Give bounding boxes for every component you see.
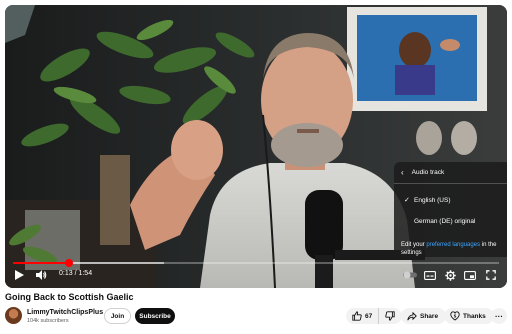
audio-option-label: English (US) — [414, 196, 451, 204]
miniplayer-button[interactable] — [461, 267, 479, 283]
dislike-button[interactable] — [379, 308, 402, 324]
audio-track-menu-title: Audio track — [411, 169, 445, 176]
time-display: 0:13 / 1:54 — [59, 270, 93, 277]
autoplay-toggle-icon — [403, 271, 417, 279]
preferred-languages-link[interactable]: preferred languages — [426, 242, 480, 248]
settings-button[interactable] — [441, 267, 459, 283]
settings-gear-icon — [444, 269, 456, 281]
thanks-label: Thanks — [463, 312, 486, 320]
audio-option-german-de[interactable]: German (DE) original — [394, 211, 507, 231]
play-icon — [14, 270, 24, 280]
like-count: 67 — [365, 312, 373, 320]
fullscreen-button[interactable] — [482, 267, 500, 283]
channel-avatar[interactable] — [5, 307, 22, 324]
play-button[interactable] — [11, 267, 27, 283]
share-button[interactable]: Share — [401, 308, 447, 324]
audio-track-menu-header[interactable]: ‹ Audio track — [394, 162, 507, 184]
share-label: Share — [420, 312, 439, 320]
svg-text:$: $ — [454, 313, 457, 318]
thumbs-down-icon — [385, 311, 395, 321]
miniplayer-icon — [464, 270, 476, 280]
audio-menu-footer: Edit your preferred languages in the set… — [401, 241, 505, 257]
like-dislike-group: 67 — [346, 308, 403, 324]
checkmark-icon: ✓ — [404, 197, 410, 204]
audio-option-english-us[interactable]: ✓ English (US) — [394, 190, 507, 210]
progress-scrubber-handle[interactable] — [64, 259, 73, 267]
footer-text: Edit your — [401, 242, 427, 248]
more-actions-button[interactable]: ··· — [491, 308, 507, 324]
thanks-heart-dollar-icon: $ — [450, 311, 460, 321]
volume-icon — [35, 270, 46, 280]
subscriber-count: 104k subscribers — [27, 318, 69, 324]
subscribe-button[interactable]: Subscribe — [135, 308, 175, 324]
progress-played — [13, 262, 69, 264]
thumbs-up-icon — [352, 311, 362, 321]
like-button[interactable]: 67 — [346, 308, 380, 324]
video-player[interactable]: ‹ Audio track ✓ English (US) German (DE)… — [5, 5, 507, 288]
thanks-button[interactable]: $ Thanks — [444, 308, 494, 324]
subtitles-icon — [424, 270, 436, 280]
autoplay-toggle[interactable] — [401, 267, 419, 283]
join-button[interactable]: Join — [104, 308, 131, 324]
volume-button[interactable] — [33, 267, 49, 283]
channel-name[interactable]: LimmyTwitchClipsPlus — [27, 309, 103, 316]
audio-option-label: German (DE) original — [414, 217, 476, 225]
subtitles-button[interactable] — [421, 267, 439, 283]
fullscreen-icon — [486, 270, 496, 280]
audio-track-menu: ‹ Audio track ✓ English (US) German (DE)… — [394, 162, 507, 257]
back-chevron-icon[interactable]: ‹ — [401, 168, 404, 177]
share-icon — [407, 311, 417, 320]
video-title: Going Back to Scottish Gaelic — [5, 292, 134, 302]
